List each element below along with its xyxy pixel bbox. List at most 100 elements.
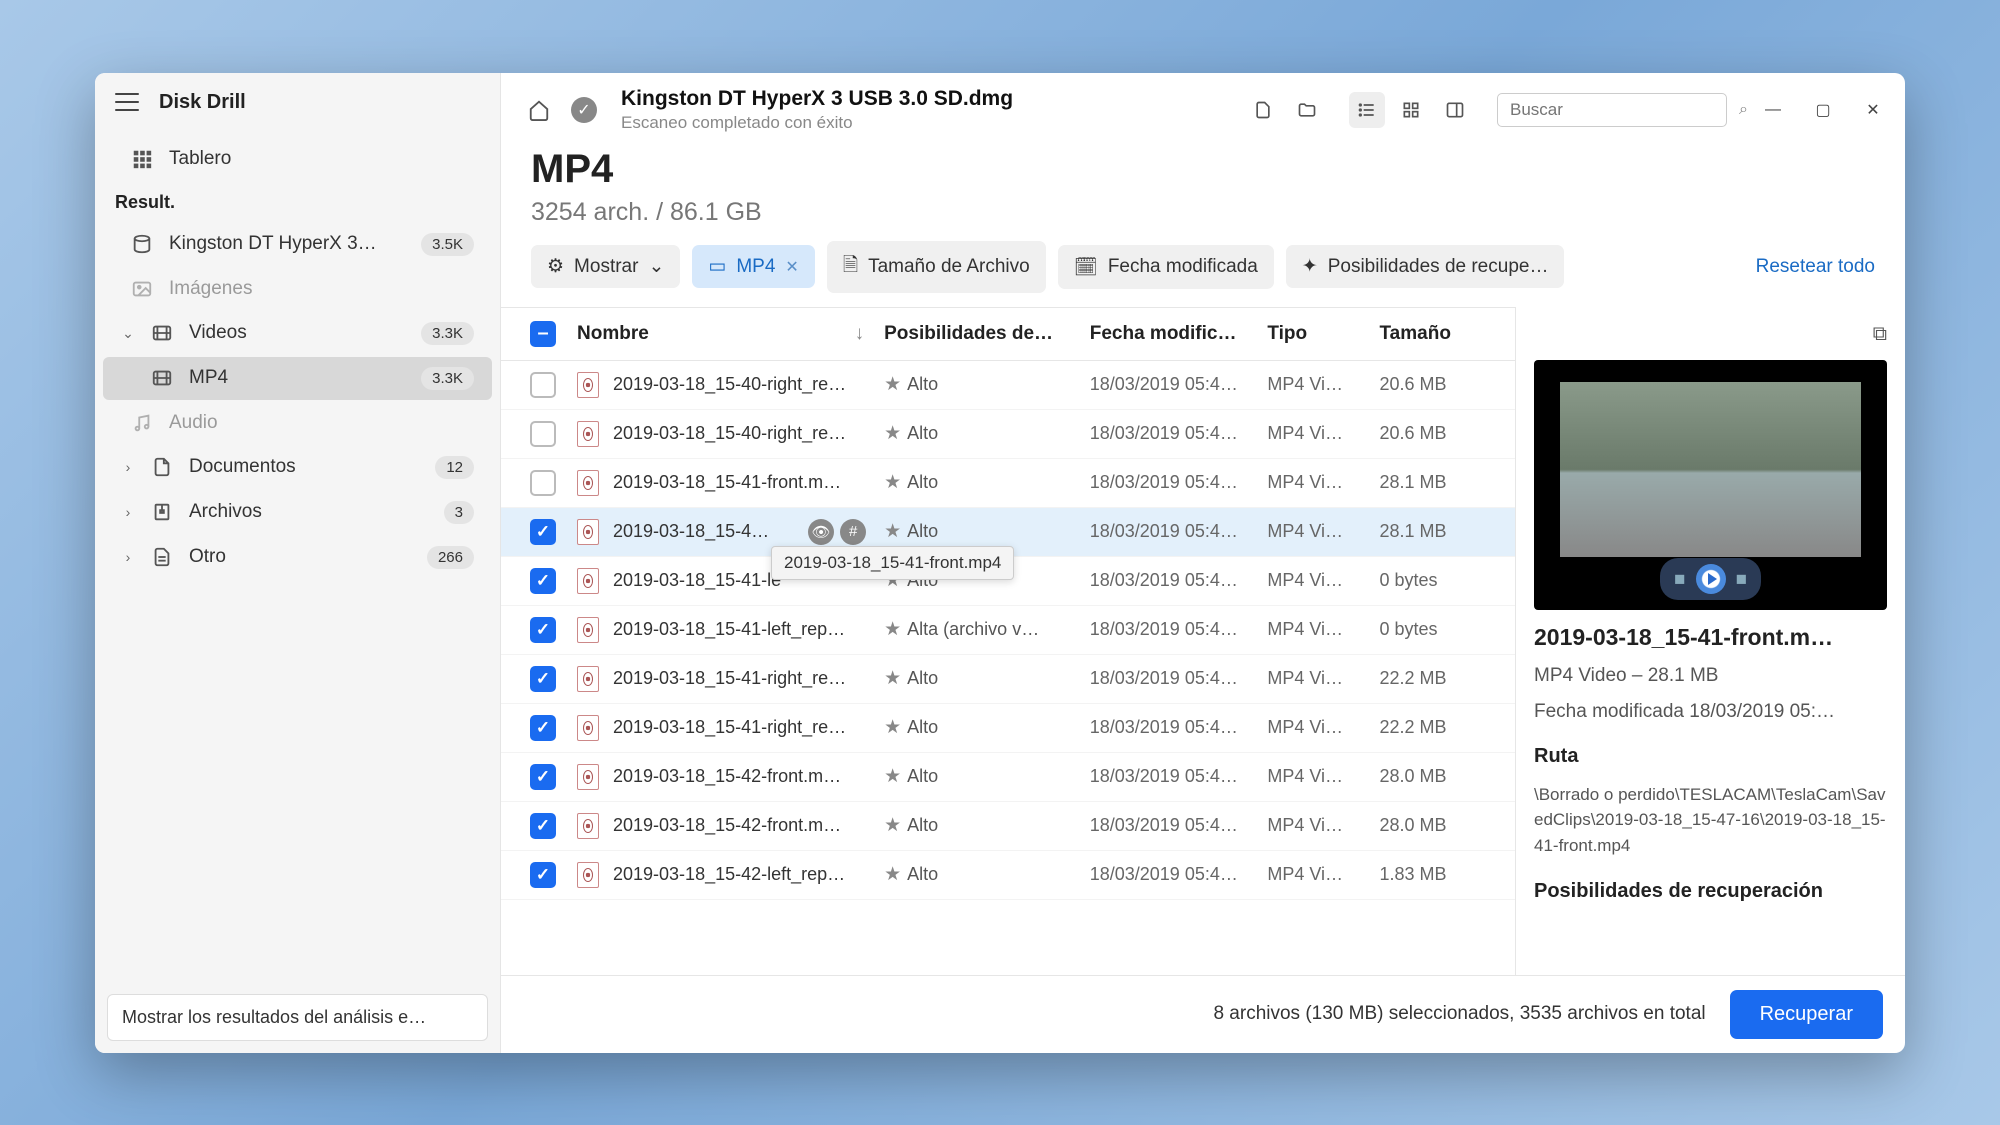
row-checkbox[interactable] — [530, 617, 556, 643]
star-icon: ★ — [884, 374, 901, 395]
sidebar-item-other[interactable]: › Otro 266 — [103, 536, 492, 579]
folder-view-button[interactable] — [1289, 92, 1325, 128]
sidebar-item-images[interactable]: Imágenes — [103, 268, 492, 310]
select-all-checkbox[interactable] — [530, 321, 556, 347]
row-checkbox[interactable] — [530, 519, 556, 545]
row-checkbox[interactable] — [530, 813, 556, 839]
scan-status-icon: ✓ — [571, 97, 597, 123]
table-row[interactable]: 2019-03-18_15-42-left_rep…★Alto18/03/201… — [501, 851, 1515, 900]
sidebar-item-archives[interactable]: › Archivos 3 — [103, 491, 492, 534]
column-recovery[interactable]: Posibilidades de… — [876, 323, 1090, 345]
row-checkbox[interactable] — [530, 568, 556, 594]
recovery-chance: Alto — [907, 374, 938, 394]
file-type: MP4 Vi… — [1267, 815, 1379, 836]
close-icon[interactable]: ✕ — [785, 257, 798, 277]
grid-view-button[interactable] — [1393, 92, 1429, 128]
reset-filters-link[interactable]: Resetear todo — [1756, 256, 1875, 278]
sidebar-item-audio[interactable]: Audio — [103, 402, 492, 444]
column-name[interactable]: Nombre↓ — [571, 323, 876, 345]
column-type[interactable]: Tipo — [1267, 323, 1379, 345]
hex-icon[interactable]: # — [840, 519, 866, 545]
table-row[interactable]: 2019-03-18_15-41-front.m…★Alto18/03/2019… — [501, 459, 1515, 508]
close-button[interactable]: ✕ — [1861, 98, 1885, 122]
row-checkbox[interactable] — [530, 421, 556, 447]
filter-modified[interactable]: 🗓 Fecha modificada — [1058, 245, 1274, 289]
file-size: 22.2 MB — [1379, 717, 1501, 738]
document-icon — [151, 456, 173, 478]
row-checkbox[interactable] — [530, 372, 556, 398]
table-row[interactable]: 2019-03-18_15-40-right_re…★Alto18/03/201… — [501, 410, 1515, 459]
search-input[interactable] — [1510, 100, 1731, 120]
file-date: 18/03/2019 05:4… — [1090, 521, 1268, 542]
table-row[interactable]: 2019-03-18_15-41-right_re…★Alto18/03/201… — [501, 704, 1515, 753]
app-window: Disk Drill Tablero Result. Kingston DT H… — [95, 73, 1905, 1053]
next-frame-button[interactable]: ◼ — [1736, 570, 1748, 587]
count-badge: 266 — [427, 546, 474, 569]
maximize-button[interactable]: ▢ — [1811, 98, 1835, 122]
play-button[interactable] — [1696, 564, 1726, 594]
star-icon: ★ — [884, 423, 901, 444]
file-name: 2019-03-18_15-42-front.m… — [613, 766, 841, 787]
table-row[interactable]: 2019-03-18_15-41-left_rep…★Alta (archivo… — [501, 606, 1515, 655]
filter-recovery[interactable]: ✦ Posibilidades de recupe… — [1286, 245, 1565, 288]
sidebar-item-disk[interactable]: Kingston DT HyperX 3… 3.5K — [103, 223, 492, 266]
file-type: MP4 Vi… — [1267, 619, 1379, 640]
column-date[interactable]: Fecha modific… — [1090, 323, 1268, 345]
sidebar: Disk Drill Tablero Result. Kingston DT H… — [95, 73, 501, 1053]
show-results-button[interactable]: Mostrar los resultados del análisis e… — [107, 994, 488, 1041]
filter-mp4[interactable]: ▭ MP4 ✕ — [692, 245, 814, 288]
home-button[interactable] — [521, 92, 557, 128]
content-header: MP4 3254 arch. / 86.1 GB — [501, 147, 1905, 241]
window-controls: — ▢ ✕ — [1761, 98, 1885, 122]
table-row[interactable]: 2019-03-18_15-42-front.m…★Alto18/03/2019… — [501, 802, 1515, 851]
table-body[interactable]: 2019-03-18_15-40-right_re…★Alto18/03/201… — [501, 361, 1515, 975]
file-name: 2019-03-18_15-42-front.m… — [613, 815, 841, 836]
panel-view-button[interactable] — [1437, 92, 1473, 128]
split-pane: Nombre↓ Posibilidades de… Fecha modific…… — [501, 307, 1905, 975]
recovery-chance: Alto — [907, 668, 938, 688]
row-checkbox[interactable] — [530, 470, 556, 496]
sidebar-item-label: Archivos — [189, 501, 262, 523]
table-row[interactable]: 2019-03-18_15-40-right_re…★Alto18/03/201… — [501, 361, 1515, 410]
sidebar-item-videos[interactable]: ⌄ Videos 3.3K — [103, 312, 492, 355]
row-checkbox[interactable] — [530, 862, 556, 888]
list-view-button[interactable] — [1349, 92, 1385, 128]
preview-icon[interactable]: 👁 — [808, 519, 834, 545]
table-row[interactable]: 2019-03-18_15-41-right_re…★Alto18/03/201… — [501, 655, 1515, 704]
column-size[interactable]: Tamaño — [1379, 323, 1501, 345]
open-external-button[interactable]: ⧉ — [1873, 323, 1887, 346]
table-row[interactable]: 2019-03-18_15-4…👁#★Alto18/03/2019 05:4…M… — [501, 508, 1515, 557]
file-icon — [577, 421, 599, 447]
prev-frame-button[interactable]: ◼ — [1674, 570, 1686, 587]
row-checkbox[interactable] — [530, 666, 556, 692]
file-type: MP4 Vi… — [1267, 570, 1379, 591]
file-view-button[interactable] — [1245, 92, 1281, 128]
file-date: 18/03/2019 05:4… — [1090, 766, 1268, 787]
sidebar-item-dashboard[interactable]: Tablero — [103, 138, 492, 180]
hamburger-icon[interactable] — [115, 93, 139, 111]
chevron-right-icon: › — [121, 504, 135, 520]
preview-media[interactable]: ◼ ◼ — [1534, 360, 1887, 610]
recover-button[interactable]: Recuperar — [1730, 990, 1883, 1039]
star-icon: ★ — [884, 815, 901, 836]
star-icon: ★ — [884, 766, 901, 787]
row-checkbox[interactable] — [530, 715, 556, 741]
sidebar-item-documents[interactable]: › Documentos 12 — [103, 446, 492, 489]
search-box[interactable]: ⌕ — [1497, 93, 1727, 127]
filter-filesize[interactable]: 🗎 Tamaño de Archivo — [827, 241, 1046, 293]
sidebar-item-label: Kingston DT HyperX 3… — [169, 233, 377, 255]
file-size: 0 bytes — [1379, 570, 1501, 591]
file-icon — [577, 764, 599, 790]
filter-show[interactable]: ⚙ Mostrar ⌄ — [531, 245, 680, 288]
file-date: 18/03/2019 05:4… — [1090, 472, 1268, 493]
table-row[interactable]: 2019-03-18_15-42-front.m…★Alto18/03/2019… — [501, 753, 1515, 802]
file-icon — [577, 470, 599, 496]
preview-thumbnail — [1560, 382, 1860, 557]
chevron-down-icon: ⌄ — [648, 255, 664, 278]
row-checkbox[interactable] — [530, 764, 556, 790]
file-size: 0 bytes — [1379, 619, 1501, 640]
sidebar-item-mp4[interactable]: MP4 3.3K — [103, 357, 492, 400]
file-icon — [577, 568, 599, 594]
minimize-button[interactable]: — — [1761, 98, 1785, 122]
file-size: 28.0 MB — [1379, 766, 1501, 787]
